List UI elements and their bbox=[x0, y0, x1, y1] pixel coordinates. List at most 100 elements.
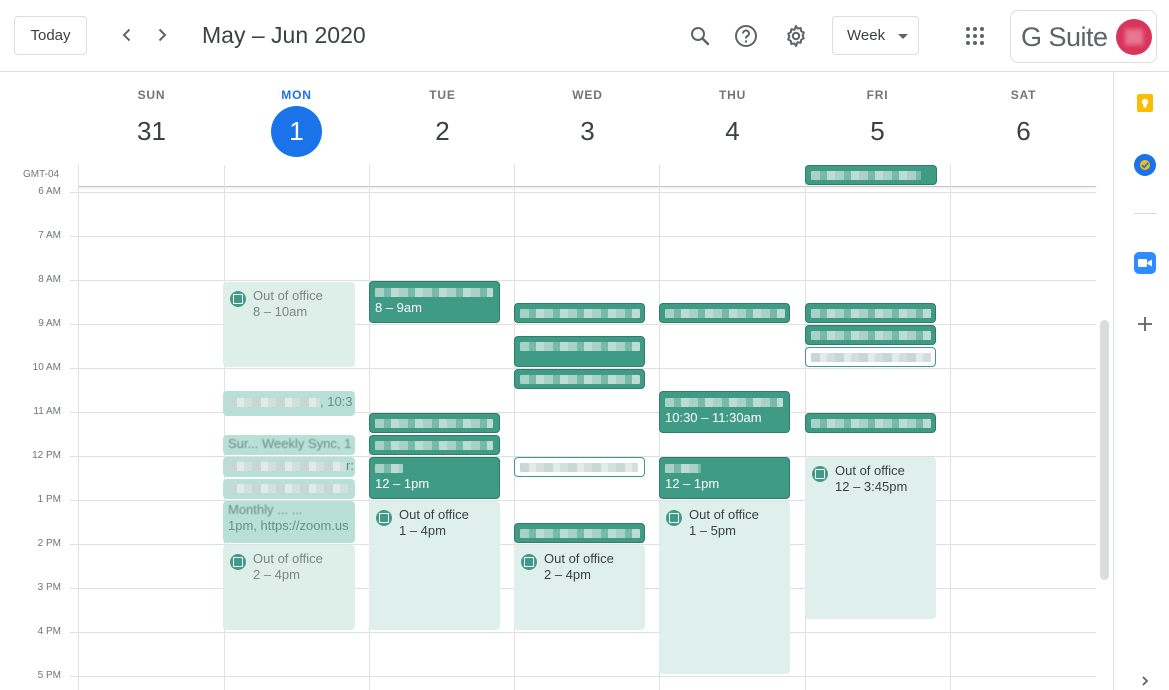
hour-line bbox=[70, 632, 1096, 633]
hour-line bbox=[70, 280, 1096, 281]
day-number[interactable]: 31 bbox=[126, 106, 177, 157]
zoom-camera-icon[interactable] bbox=[1134, 252, 1156, 274]
hour-label: 5 PM bbox=[37, 670, 61, 681]
out-of-office-event[interactable]: Out of office 12 – 3:45pm bbox=[805, 457, 936, 619]
event-time: 2 – 4pm bbox=[253, 567, 300, 582]
out-of-office-icon bbox=[812, 466, 828, 482]
calendar-event[interactable]: Sur... Weekly Sync, 1 bbox=[223, 435, 355, 455]
day-header-sun[interactable]: SUN 31 bbox=[79, 88, 224, 157]
view-select[interactable]: Week bbox=[832, 16, 919, 55]
vertical-scrollbar[interactable] bbox=[1100, 320, 1109, 580]
calendar-event[interactable]: Monthly ... ... 1pm, https://zoom.us bbox=[223, 501, 355, 543]
calendar-event[interactable] bbox=[805, 347, 936, 367]
out-of-office-event[interactable]: Out of office 2 – 4pm bbox=[514, 545, 645, 630]
day-header-fri[interactable]: FRI 5 bbox=[805, 88, 950, 157]
event-title: Monthly ... ... bbox=[228, 502, 303, 517]
calendar-event[interactable]: r: bbox=[223, 457, 355, 477]
view-select-label: Week bbox=[847, 27, 886, 44]
keep-bulb-icon[interactable] bbox=[1134, 92, 1156, 114]
hour-label: 7 AM bbox=[38, 230, 61, 241]
chevron-right-icon[interactable] bbox=[147, 20, 177, 50]
calendar-event[interactable]: 12 – 1pm bbox=[659, 457, 790, 499]
hour-label: 12 PM bbox=[32, 450, 61, 461]
gsuite-logo: G Suite bbox=[1021, 22, 1108, 52]
event-title: , 10:3 bbox=[320, 394, 353, 409]
calendar-event[interactable] bbox=[514, 369, 645, 389]
hour-label: 4 PM bbox=[37, 626, 61, 637]
day-name: SUN bbox=[137, 88, 166, 102]
hour-label: 11 AM bbox=[33, 406, 61, 417]
hour-label: 8 AM bbox=[38, 274, 61, 285]
calendar-event[interactable] bbox=[805, 413, 936, 433]
day-number[interactable]: 6 bbox=[998, 106, 1049, 157]
calendar-event[interactable] bbox=[514, 523, 645, 543]
calendar-event[interactable]: , 10:3 bbox=[223, 391, 355, 416]
hour-line bbox=[70, 236, 1096, 237]
date-range-title: May – Jun 2020 bbox=[202, 22, 366, 48]
gear-icon[interactable] bbox=[780, 20, 812, 52]
calendar-app: Today May – Jun 2020 Week G Suite SUN 31… bbox=[0, 0, 1169, 690]
event-title: Sur... Weekly Sync, 1 bbox=[228, 436, 352, 451]
avatar[interactable] bbox=[1116, 19, 1152, 55]
chevron-right-icon[interactable] bbox=[1134, 674, 1156, 688]
out-of-office-event[interactable]: Out of office 2 – 4pm bbox=[223, 545, 355, 630]
caret-down-icon bbox=[898, 34, 908, 39]
event-title: Out of office bbox=[689, 507, 759, 522]
event-time: 1 – 4pm bbox=[399, 523, 446, 538]
account-switcher[interactable]: G Suite bbox=[1010, 10, 1157, 63]
calendar-event[interactable] bbox=[659, 303, 790, 323]
day-header-sat[interactable]: SAT 6 bbox=[951, 88, 1096, 157]
calendar-event[interactable] bbox=[514, 336, 645, 367]
day-header-mon[interactable]: MON 1 bbox=[224, 88, 369, 157]
today-button[interactable]: Today bbox=[14, 16, 87, 55]
calendar-event[interactable] bbox=[369, 413, 500, 433]
out-of-office-icon bbox=[230, 291, 246, 307]
event-title: Out of office bbox=[835, 463, 905, 478]
timezone-label: GMT-04 bbox=[23, 169, 60, 180]
hour-label: 9 AM bbox=[38, 318, 61, 329]
day-number[interactable]: 4 bbox=[707, 106, 758, 157]
chevron-left-icon[interactable] bbox=[112, 20, 142, 50]
all-day-divider bbox=[78, 186, 1096, 187]
day-header-wed[interactable]: WED 3 bbox=[515, 88, 660, 157]
day-name: FRI bbox=[866, 88, 889, 102]
day-name: SAT bbox=[1010, 88, 1037, 102]
hour-label: 3 PM bbox=[37, 582, 61, 593]
calendar-event[interactable] bbox=[223, 479, 355, 499]
out-of-office-event[interactable]: Out of office 1 – 4pm bbox=[369, 501, 500, 630]
day-number[interactable]: 3 bbox=[562, 106, 613, 157]
day-header-thu[interactable]: THU 4 bbox=[660, 88, 805, 157]
calendar-event[interactable] bbox=[805, 303, 936, 323]
top-bar: Today May – Jun 2020 Week G Suite bbox=[0, 0, 1169, 72]
day-number[interactable]: 2 bbox=[417, 106, 468, 157]
event-location: 1pm, https://zoom.us bbox=[228, 518, 349, 533]
calendar-event[interactable] bbox=[805, 165, 937, 185]
out-of-office-icon bbox=[230, 554, 246, 570]
out-of-office-event[interactable]: Out of office 1 – 5pm bbox=[659, 501, 790, 674]
calendar-event[interactable] bbox=[514, 457, 645, 477]
event-time: 10:30 – 11:30am bbox=[665, 410, 762, 425]
plus-icon[interactable] bbox=[1134, 313, 1156, 335]
apps-grid-icon[interactable] bbox=[959, 20, 991, 52]
hour-line bbox=[70, 192, 1096, 193]
event-time: 8 – 10am bbox=[253, 304, 308, 319]
help-icon[interactable] bbox=[730, 20, 762, 52]
calendar-event[interactable]: 8 – 9am bbox=[369, 281, 500, 323]
day-number[interactable]: 1 bbox=[271, 106, 322, 157]
hour-label: 10 AM bbox=[32, 362, 61, 373]
tasks-check-icon[interactable] bbox=[1134, 154, 1156, 176]
calendar-event[interactable] bbox=[805, 325, 936, 345]
calendar-event[interactable]: 10:30 – 11:30am bbox=[659, 391, 790, 433]
calendar-event[interactable] bbox=[369, 435, 500, 455]
calendar-event[interactable] bbox=[514, 303, 645, 323]
day-header-tue[interactable]: TUE 2 bbox=[370, 88, 515, 157]
search-icon[interactable] bbox=[684, 20, 716, 52]
event-title: r: bbox=[346, 458, 354, 473]
event-time: 12 – 1pm bbox=[375, 476, 430, 491]
calendar-event[interactable]: 12 – 1pm bbox=[369, 457, 500, 499]
day-number[interactable]: 5 bbox=[852, 106, 903, 157]
rail-divider bbox=[1134, 213, 1156, 214]
day-name: WED bbox=[572, 88, 603, 102]
out-of-office-event[interactable]: Out of office 8 – 10am bbox=[223, 282, 355, 367]
hour-line bbox=[70, 676, 1096, 677]
